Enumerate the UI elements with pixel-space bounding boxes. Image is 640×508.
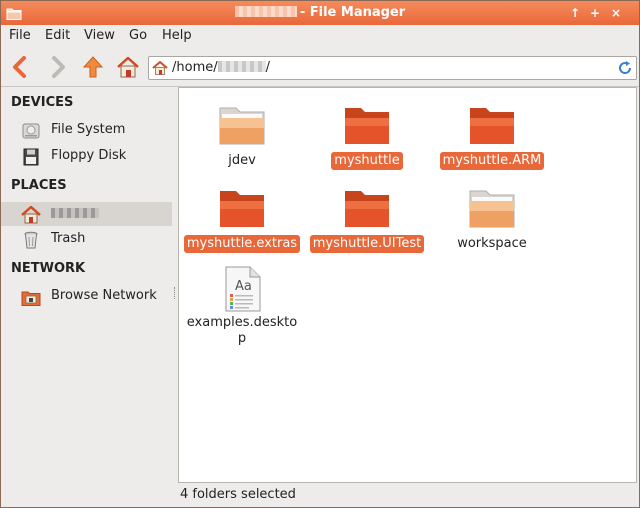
folder-icon <box>469 190 515 228</box>
menu-go[interactable]: Go <box>129 28 147 43</box>
folder-icon <box>345 191 389 227</box>
section-places: PLACES <box>11 178 67 193</box>
status-bar: 4 folders selected <box>178 485 637 505</box>
up-button[interactable] <box>79 53 107 81</box>
folder-icon <box>345 108 389 144</box>
folder-item-myshuttle[interactable]: myshuttle <box>307 106 427 170</box>
file-label: jdev <box>228 153 256 168</box>
folder-item-jdev[interactable]: jdev <box>182 106 302 170</box>
redacted-username <box>234 6 297 17</box>
location-suffix: / <box>265 60 271 75</box>
folder-item-myshuttle-extras[interactable]: myshuttle.extras <box>182 189 302 253</box>
sidebar-item-label: Browse Network <box>51 288 157 303</box>
window-title: - File Manager <box>1 5 639 20</box>
back-button[interactable] <box>6 53 34 81</box>
folder-item-workspace[interactable]: workspace <box>432 189 552 253</box>
menu-bar: File Edit View Go Help <box>1 25 639 47</box>
sidebar-item-label: Floppy Disk <box>51 148 127 163</box>
menu-file[interactable]: File <box>9 28 31 43</box>
folder-icon <box>219 107 265 145</box>
file-label: myshuttle <box>331 152 403 170</box>
sidebar-item-file-system[interactable]: File System <box>1 118 172 142</box>
folder-icon <box>220 191 264 227</box>
folder-icon <box>470 108 514 144</box>
redacted-username <box>217 61 266 72</box>
redacted-username <box>51 208 99 218</box>
menu-help[interactable]: Help <box>162 28 192 43</box>
file-label: workspace <box>457 236 527 251</box>
floppy-disk-icon <box>23 148 39 166</box>
section-network: NETWORK <box>11 261 86 276</box>
arrow-up-icon <box>82 56 104 78</box>
file-item-examples-desktop[interactable]: Aa examples.deskto p <box>182 266 302 348</box>
maximize-button[interactable]: + <box>586 4 604 22</box>
network-icon <box>21 291 41 306</box>
title-bar[interactable]: - File Manager ↑ + × <box>1 1 639 25</box>
sidebar-item-label: File System <box>51 122 126 137</box>
hard-drive-icon <box>22 123 40 139</box>
file-label-line2: p <box>237 331 247 346</box>
file-manager-window: - File Manager ↑ + × File Edit View Go H… <box>0 0 640 508</box>
home-folder-icon <box>21 205 41 224</box>
location-bar[interactable]: /home/ / <box>148 56 637 80</box>
menu-view[interactable]: View <box>84 28 115 43</box>
home-icon <box>117 56 139 78</box>
home-icon <box>152 61 168 75</box>
file-label: myshuttle.extras <box>183 235 301 253</box>
toolbar: /home/ / <box>1 47 639 87</box>
text-document-icon: Aa <box>225 266 261 312</box>
chevron-left-icon <box>13 56 26 78</box>
section-devices: DEVICES <box>11 95 74 110</box>
close-button[interactable]: × <box>607 4 625 22</box>
status-text: 4 folders selected <box>180 487 296 502</box>
trash-icon <box>24 231 38 249</box>
svg-text:Aa: Aa <box>235 279 252 294</box>
location-prefix: /home/ <box>172 60 218 75</box>
folder-item-myshuttle-uitest[interactable]: myshuttle.UITest <box>307 189 427 253</box>
refresh-icon[interactable] <box>617 60 633 76</box>
file-label-line1: examples.deskto <box>186 315 298 330</box>
sidebar-item-browse-network[interactable]: Browse Network <box>1 284 172 308</box>
file-label: myshuttle.UITest <box>309 235 425 253</box>
file-label: myshuttle.ARM <box>439 152 545 170</box>
sidebar: DEVICES File System Floppy Disk PLACES T… <box>1 87 172 507</box>
sidebar-item-home[interactable] <box>1 202 172 226</box>
location-path[interactable]: /home/ / <box>172 60 270 75</box>
roll-up-button[interactable]: ↑ <box>566 4 584 22</box>
sidebar-item-label: Trash <box>51 231 86 246</box>
sidebar-item-trash[interactable]: Trash <box>1 227 172 251</box>
splitter-grip <box>174 287 176 299</box>
chevron-right-icon <box>52 56 65 78</box>
window-title-text: - File Manager <box>299 5 406 20</box>
sidebar-item-label <box>51 206 99 221</box>
file-label: examples.deskto p <box>184 314 300 348</box>
forward-button[interactable] <box>44 53 72 81</box>
folder-item-myshuttle-arm[interactable]: myshuttle.ARM <box>432 106 552 170</box>
file-view[interactable]: jdev myshuttle myshuttle.ARM myshuttle.e… <box>178 87 637 483</box>
menu-edit[interactable]: Edit <box>45 28 70 43</box>
home-button[interactable] <box>114 53 142 81</box>
sidebar-item-floppy-disk[interactable]: Floppy Disk <box>1 144 172 168</box>
